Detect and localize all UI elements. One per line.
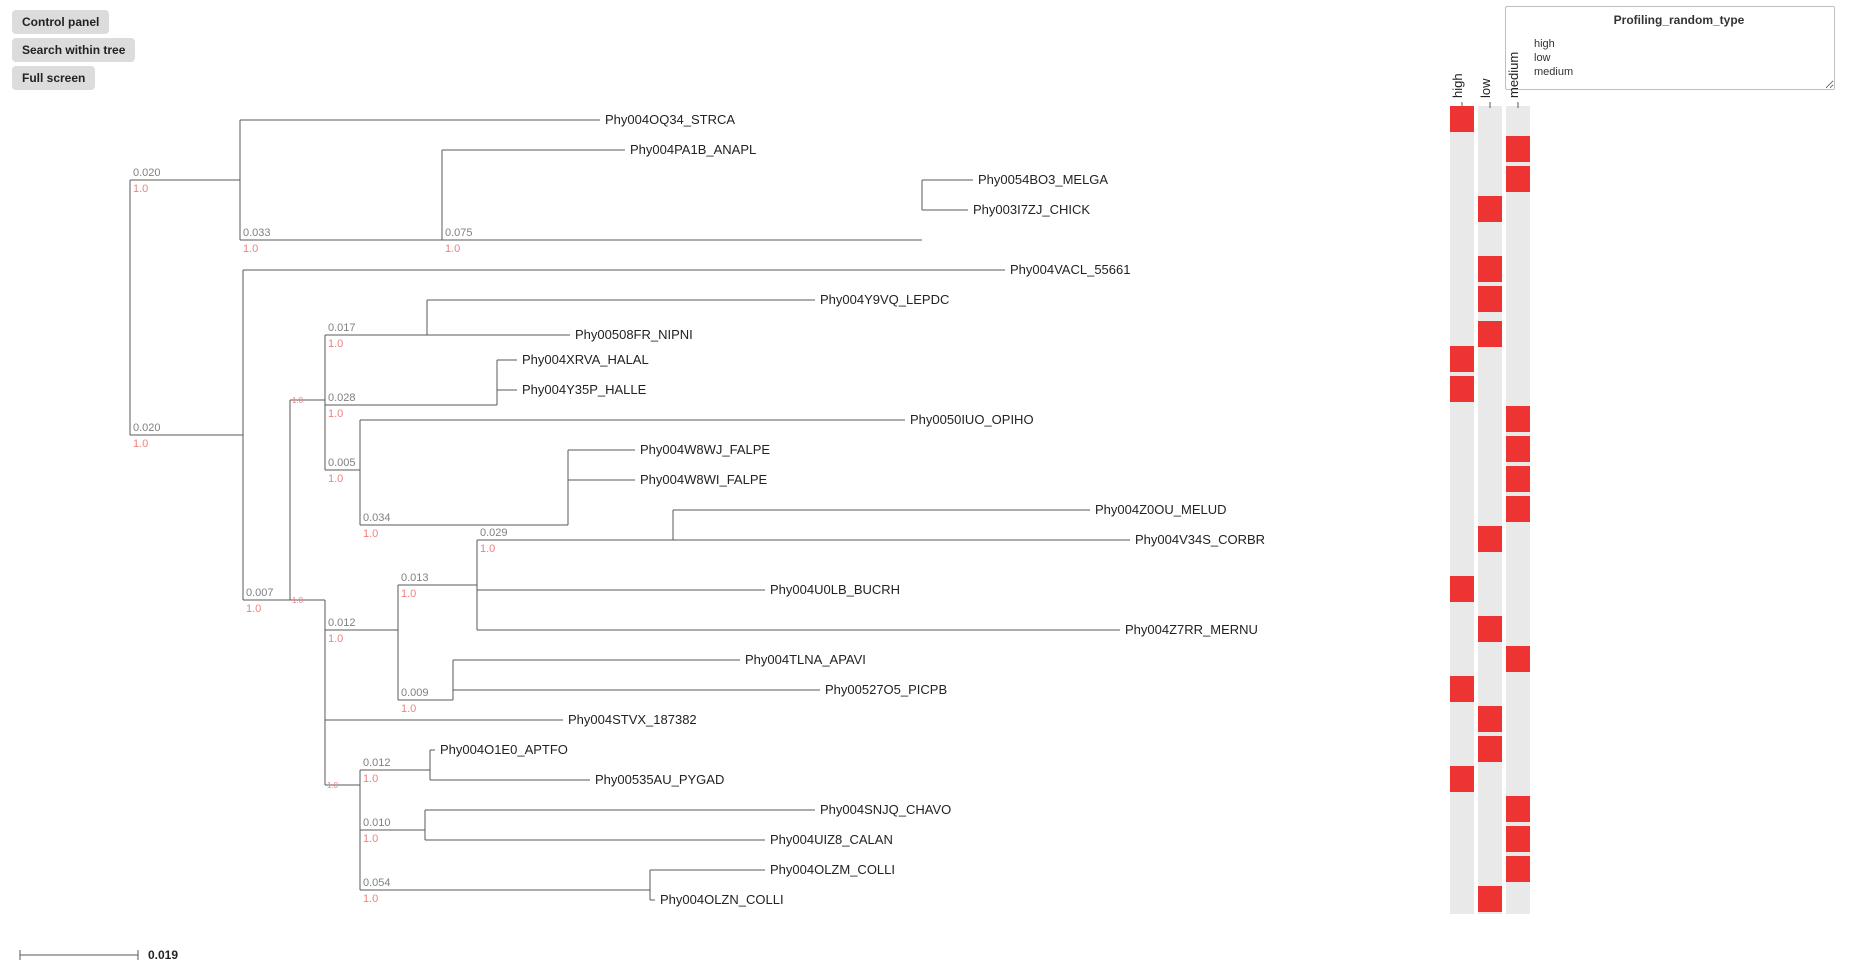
leaf-label[interactable]: Phy004W8WI_FALPE [640, 472, 767, 487]
heatmap-cell [1506, 646, 1530, 672]
heatmap-cell [1506, 496, 1530, 522]
heatmap-cell [1450, 106, 1474, 132]
branch-length: 0.020 [133, 167, 161, 179]
leaf-label[interactable]: Phy003I7ZJ_CHICK [973, 202, 1090, 217]
branch-support: 1.0 [133, 438, 148, 450]
legend-panel[interactable]: Profiling_random_type high low medium [1505, 6, 1835, 90]
branch-support: 1.0 [328, 338, 343, 350]
heatmap-column-label: high [1450, 73, 1465, 98]
heatmap-cell [1450, 346, 1474, 372]
leaf-label[interactable]: Phy004Z7RR_MERNU [1125, 622, 1258, 637]
branch-length: 0.034 [363, 512, 391, 524]
leaf-label[interactable]: Phy004Y9VQ_LEPDC [820, 292, 949, 307]
leaf-label[interactable]: Phy004U0LB_BUCRH [770, 582, 900, 597]
branch-length: 0.033 [243, 227, 271, 239]
branch-support: 1.0 [363, 773, 378, 785]
leaf-label[interactable]: Phy004PA1B_ANAPL [630, 142, 756, 157]
leaf-label[interactable]: Phy004STVX_187382 [568, 712, 697, 727]
branch-support: 1.0 [292, 396, 304, 405]
branch-support: 1.0 [133, 183, 148, 195]
heatmap-grid [1478, 106, 1502, 914]
branch-length: 0.013 [401, 572, 429, 584]
branch-support: 1.0 [246, 603, 261, 615]
heatmap-cell [1506, 466, 1530, 492]
legend-item: medium [1534, 65, 1824, 79]
heatmap-cell [1478, 736, 1502, 762]
heatmap-column-label: low [1478, 78, 1493, 98]
search-tree-button[interactable]: Search within tree [12, 38, 135, 62]
leaf-label[interactable]: Phy004OLZN_COLLI [660, 892, 784, 907]
branch-length: 0.012 [328, 617, 356, 629]
phylo-tree[interactable]: 0.020 1.0 0.033 1.0 0.075 1.0 0.020 1.0 0.007 1.0… [10, 70, 1530, 940]
leaf-label[interactable]: Phy004VACL_55661 [1010, 262, 1130, 277]
branch-support: 1.0 [480, 543, 495, 555]
branch-length: 0.029 [480, 527, 508, 539]
heatmap-cell [1506, 136, 1530, 162]
heatmap-cell [1450, 576, 1474, 602]
leaf-label[interactable]: Phy004TLNA_APAVI [745, 652, 866, 667]
leaf-label[interactable]: Phy004Z0OU_MELUD [1095, 502, 1227, 517]
branch-length: 0.007 [246, 587, 274, 599]
branch-support: 1.0 [363, 528, 378, 540]
leaf-label[interactable]: Phy004XRVA_HALAL [522, 352, 649, 367]
leaf-label[interactable]: Phy00527O5_PICPB [825, 682, 947, 697]
branch-length: 0.020 [133, 422, 161, 434]
branch-support: 1.0 [328, 473, 343, 485]
leaf-label[interactable]: Phy004UIZ8_CALAN [770, 832, 893, 847]
branch-support: 1.0 [328, 408, 343, 420]
heatmap-cell [1506, 856, 1530, 882]
heatmap-cell [1478, 706, 1502, 732]
branch-support: 1.0 [243, 243, 258, 255]
heatmap-cell [1450, 766, 1474, 792]
heatmap-cell [1478, 256, 1502, 282]
heatmap-cell [1506, 796, 1530, 822]
legend-item: low [1534, 51, 1824, 65]
branch-length: 0.012 [363, 757, 391, 769]
heatmap-cell [1478, 321, 1502, 347]
heatmap-cell [1506, 436, 1530, 462]
branch-length: 0.005 [328, 457, 356, 469]
legend-item: high [1534, 37, 1824, 51]
branch-support: 1.0 [401, 588, 416, 600]
branch-support: 1.0 [363, 833, 378, 845]
branch-length: 0.028 [328, 392, 356, 404]
branch-support: 1.0 [401, 703, 416, 715]
heatmap-cell [1506, 166, 1530, 192]
leaf-label[interactable]: Phy004W8WJ_FALPE [640, 442, 770, 457]
heatmap-cell [1506, 406, 1530, 432]
heatmap-cell [1478, 196, 1502, 222]
branch-support: 1.0 [363, 893, 378, 905]
heatmap-cell [1450, 676, 1474, 702]
leaf-label[interactable]: Phy00508FR_NIPNI [575, 327, 693, 342]
heatmap-cell [1506, 826, 1530, 852]
branch-length: 0.009 [401, 687, 429, 699]
branch-length: 0.075 [445, 227, 473, 239]
leaf-label[interactable]: Phy00535AU_PYGAD [595, 772, 724, 787]
heatmap-grid [1450, 106, 1474, 914]
branch-length: 0.017 [328, 322, 356, 334]
heatmap-cell [1478, 526, 1502, 552]
heatmap-cell [1478, 286, 1502, 312]
branch-support: 1.0 [327, 781, 339, 790]
leaf-label[interactable]: Phy004OQ34_STRCA [605, 112, 735, 127]
branch-support: 1.0 [328, 633, 343, 645]
leaf-label[interactable]: Phy0050IUO_OPIHO [910, 412, 1034, 427]
heatmap-cell [1450, 376, 1474, 402]
heatmap-cell [1478, 616, 1502, 642]
leaf-label[interactable]: Phy004V34S_CORBR [1135, 532, 1265, 547]
legend-title: Profiling_random_type [1534, 13, 1824, 27]
branch-support: 1.0 [292, 596, 304, 605]
branch-length: 0.010 [363, 817, 391, 829]
scale-value: 0.019 [148, 948, 178, 962]
heatmap-cell [1478, 886, 1502, 912]
leaf-label[interactable]: Phy004SNJQ_CHAVO [820, 802, 951, 817]
leaf-label[interactable]: Phy004O1E0_APTFO [440, 742, 568, 757]
leaf-label[interactable]: Phy004OLZM_COLLI [770, 862, 895, 877]
leaf-label[interactable]: Phy0054BO3_MELGA [978, 172, 1108, 187]
heatmap-column-label: medium [1506, 52, 1521, 98]
branch-support: 1.0 [445, 243, 460, 255]
control-panel-button[interactable]: Control panel [12, 10, 109, 34]
leaf-label[interactable]: Phy004Y35P_HALLE [522, 382, 647, 397]
branch-length: 0.054 [363, 877, 391, 889]
